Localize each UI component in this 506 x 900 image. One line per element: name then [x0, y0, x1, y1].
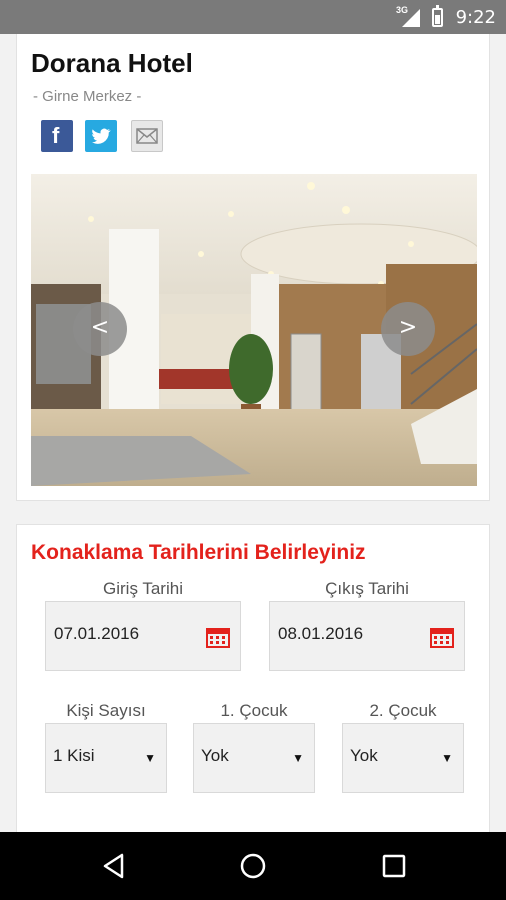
checkin-label: Giriş Tarihi [103, 579, 183, 598]
mail-icon [136, 128, 158, 144]
home-icon[interactable] [239, 852, 267, 880]
child1-value: Yok [201, 746, 229, 765]
hotel-card: Dorana Hotel - Girne Merkez - f < > [16, 34, 490, 501]
child1-label: 1. Çocuk [220, 701, 288, 720]
recent-apps-icon[interactable] [380, 852, 408, 880]
checkout-date-value: 08.01.2016 [278, 624, 364, 643]
checkin-date-value: 07.01.2016 [54, 624, 140, 643]
dropdown-arrow-icon: ▼ [292, 751, 304, 765]
child2-select[interactable]: Yok ▼ [342, 723, 464, 793]
twitter-icon [92, 128, 111, 144]
gallery-prev-button[interactable]: < [73, 302, 127, 356]
checkout-label: Çıkış Tarihi [325, 579, 409, 598]
hotel-name: Dorana Hotel [31, 48, 193, 78]
checkin-date-field[interactable]: 07.01.2016 [45, 601, 241, 671]
checkout-date-field[interactable]: 08.01.2016 [269, 601, 465, 671]
child2-value: Yok [350, 746, 378, 765]
facebook-share-button[interactable]: f [41, 120, 73, 152]
twitter-share-button[interactable] [85, 120, 117, 152]
calendar-icon[interactable] [430, 626, 454, 648]
booking-form-card: Konaklama Tarihlerini Belirleyiniz Giriş… [16, 524, 490, 844]
dropdown-arrow-icon: ▼ [441, 751, 453, 765]
guests-value: 1 Kisi [53, 746, 95, 765]
back-icon[interactable] [100, 852, 128, 880]
signal-icon [402, 9, 420, 27]
facebook-icon: f [52, 123, 60, 148]
dropdown-arrow-icon: ▼ [144, 751, 156, 765]
booking-section-title: Konaklama Tarihlerini Belirleyiniz [31, 541, 366, 564]
status-bar: 3G 9:22 [0, 0, 506, 34]
child2-label: 2. Çocuk [369, 701, 437, 720]
calendar-icon[interactable] [206, 626, 230, 648]
child1-select[interactable]: Yok ▼ [193, 723, 315, 793]
hotel-photo-gallery[interactable]: < > [31, 174, 477, 486]
guests-label: Kişi Sayısı [66, 701, 146, 720]
gallery-next-button[interactable]: > [381, 302, 435, 356]
status-time: 9:22 [455, 7, 496, 28]
hotel-location: - Girne Merkez - [33, 88, 142, 105]
guests-select[interactable]: 1 Kisi ▼ [45, 723, 167, 793]
battery-icon [432, 5, 443, 27]
mail-share-button[interactable] [131, 120, 163, 152]
system-navigation-bar [0, 832, 506, 900]
